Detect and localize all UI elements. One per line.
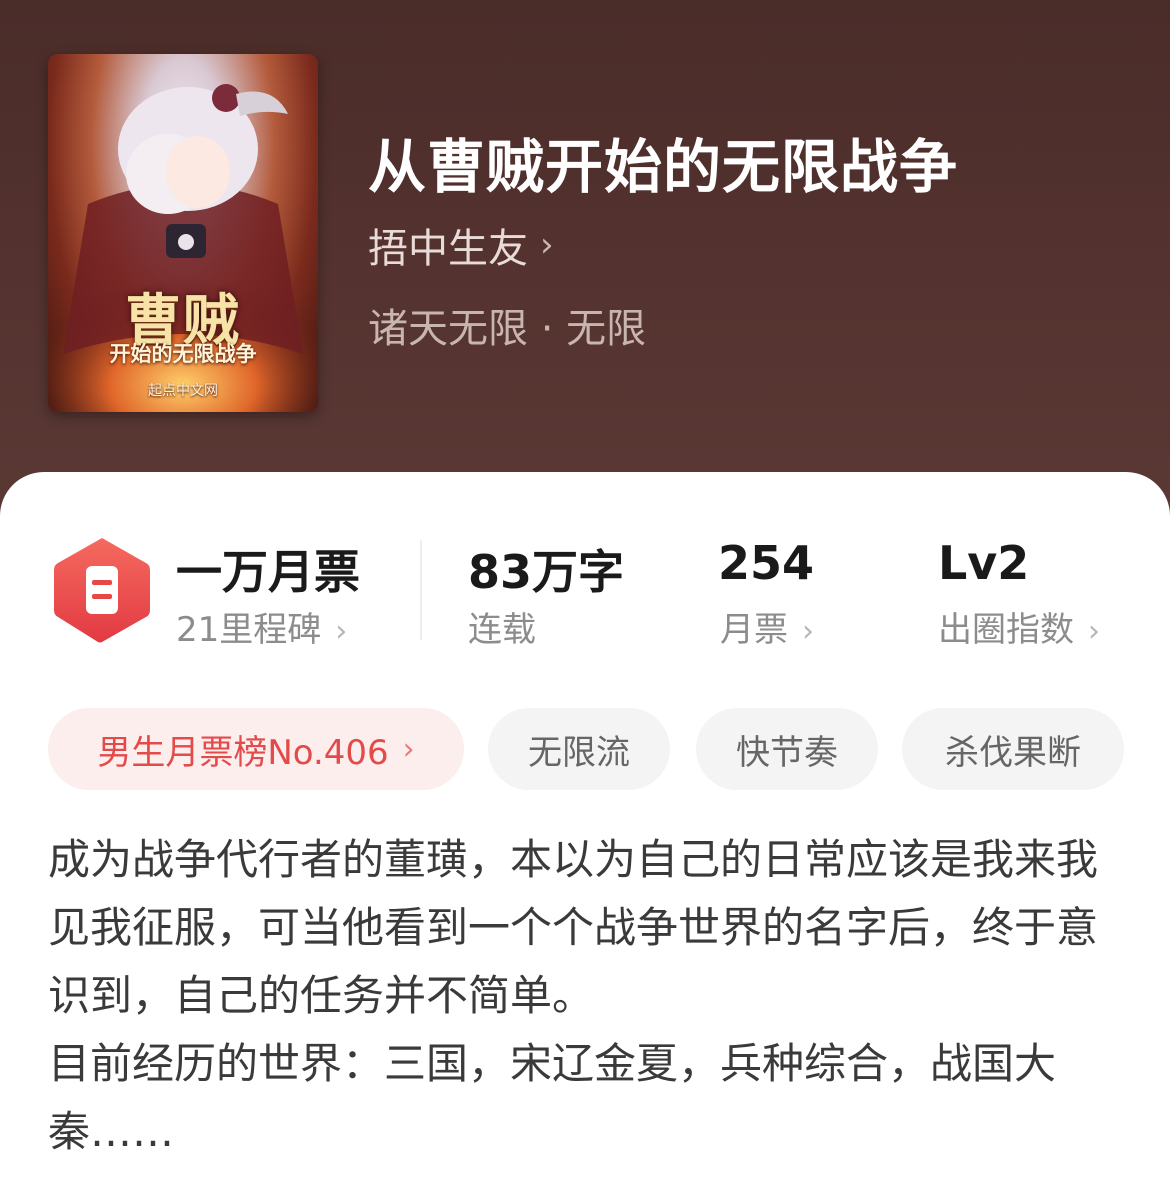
author-link[interactable]: 捂中生友 ›	[368, 216, 554, 274]
chevron-right-icon: ›	[1088, 614, 1100, 649]
milestone-label: 21里程碑	[176, 610, 322, 650]
book-cover[interactable]: 曹贼 开始的无限战争 起点中文网	[48, 54, 318, 412]
popularity-index-link[interactable]: 出圈指数 ›	[938, 602, 1100, 651]
book-title: 从曹贼开始的无限战争	[368, 133, 959, 201]
tag-decisive[interactable]: 杀伐果断	[902, 708, 1124, 790]
stats-divider	[420, 540, 422, 640]
serial-status: 连载	[468, 610, 536, 650]
book-synopsis[interactable]: 成为战争代行者的董璜，本以为自己的日常应该是我来我见我征服，可当他看到一个个战争…	[48, 826, 1123, 1166]
milestone-link[interactable]: 21里程碑 ›	[176, 602, 347, 651]
popularity-level: Lv2	[938, 536, 1030, 590]
rank-tag[interactable]: 男生月票榜No.406 ›	[48, 708, 464, 790]
tag-infinite-flow[interactable]: 无限流	[488, 708, 670, 790]
popularity-index-label: 出圈指数	[938, 610, 1074, 650]
chevron-right-icon: ›	[802, 614, 814, 649]
chevron-right-icon: ›	[335, 614, 348, 649]
cover-subtitle: 开始的无限战争	[109, 342, 257, 366]
tag-fast-pace[interactable]: 快节奏	[696, 708, 878, 790]
monthly-ticket-link[interactable]: 月票 ›	[720, 602, 814, 651]
monthly-ticket-label: 月票	[720, 610, 788, 650]
synopsis-paragraph: 目前经历的世界：三国，宋辽金夏，兵种综合，战国大秦……	[48, 1039, 1057, 1156]
synopsis-paragraph: 成为战争代行者的董璜，本以为自己的日常应该是我来我见我征服，可当他看到一个个战争…	[48, 835, 1099, 1020]
cover-publisher: 起点中文网	[148, 383, 218, 399]
rank-label: 男生月票榜No.406	[97, 732, 389, 773]
ticket-icon[interactable]	[52, 536, 152, 648]
word-count: 83万字	[468, 545, 625, 599]
book-genre: 诸天无限 · 无限	[368, 306, 647, 352]
chevron-right-icon: ›	[402, 731, 415, 767]
monthly-ticket-count: 254	[718, 536, 815, 590]
author-name: 捂中生友	[368, 226, 528, 272]
chevron-right-icon: ›	[540, 225, 554, 265]
milestone-title: 一万月票	[176, 545, 360, 599]
